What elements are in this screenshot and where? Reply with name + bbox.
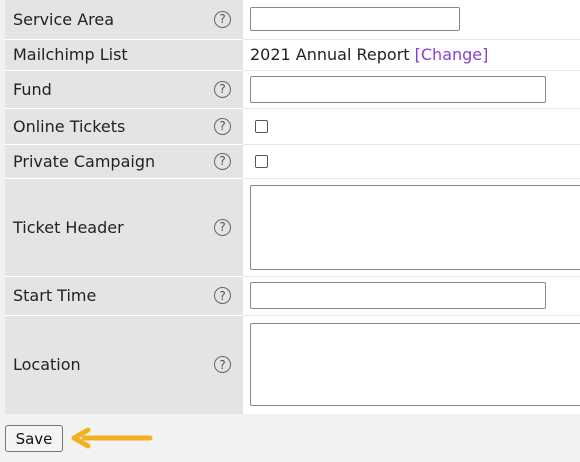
location-textarea[interactable] xyxy=(250,323,580,406)
field-label-private-campaign: Private Campaign xyxy=(5,144,212,179)
start-time-input[interactable] xyxy=(250,282,546,309)
form-row-ticket-header: Ticket Header ? xyxy=(5,178,580,277)
help-icon[interactable]: ? xyxy=(214,80,231,98)
help-icon[interactable]: ? xyxy=(214,152,231,170)
form-row-location: Location ? xyxy=(5,315,580,415)
mailchimp-list-value: 2021 Annual Report xyxy=(250,45,410,64)
form-row-service-area: Service Area ? xyxy=(5,0,580,40)
form-row-start-time: Start Time ? xyxy=(5,276,580,316)
campaign-settings-form: Service Area ? Mailchimp List 2021 Annua… xyxy=(5,0,580,415)
change-mailchimp-list-link[interactable]: [Change] xyxy=(415,45,489,64)
help-icon[interactable]: ? xyxy=(214,10,231,28)
form-row-online-tickets: Online Tickets ? xyxy=(5,108,580,145)
ticket-header-textarea[interactable] xyxy=(250,184,580,270)
form-row-mailchimp-list: Mailchimp List 2021 Annual Report [Chang… xyxy=(5,39,580,71)
form-row-fund: Fund ? xyxy=(5,70,580,109)
fund-input[interactable] xyxy=(250,75,546,103)
online-tickets-checkbox[interactable] xyxy=(255,119,268,133)
field-label-ticket-header: Ticket Header xyxy=(5,178,212,277)
help-icon[interactable]: ? xyxy=(214,287,231,304)
field-label-start-time: Start Time xyxy=(5,276,212,316)
help-icon[interactable]: ? xyxy=(214,117,231,135)
help-icon[interactable]: ? xyxy=(214,356,231,373)
field-label-online-tickets: Online Tickets xyxy=(5,108,212,145)
field-label-service-area: Service Area xyxy=(5,0,212,40)
field-label-fund: Fund xyxy=(5,70,212,109)
arrow-left-icon xyxy=(71,427,153,449)
field-label-location: Location xyxy=(5,315,212,415)
service-area-input[interactable] xyxy=(250,7,460,32)
help-icon[interactable]: ? xyxy=(214,218,231,236)
field-label-mailchimp-list: Mailchimp List xyxy=(5,39,212,71)
save-button[interactable]: Save xyxy=(5,425,63,452)
private-campaign-checkbox[interactable] xyxy=(255,154,268,168)
form-row-private-campaign: Private Campaign ? xyxy=(5,144,580,179)
